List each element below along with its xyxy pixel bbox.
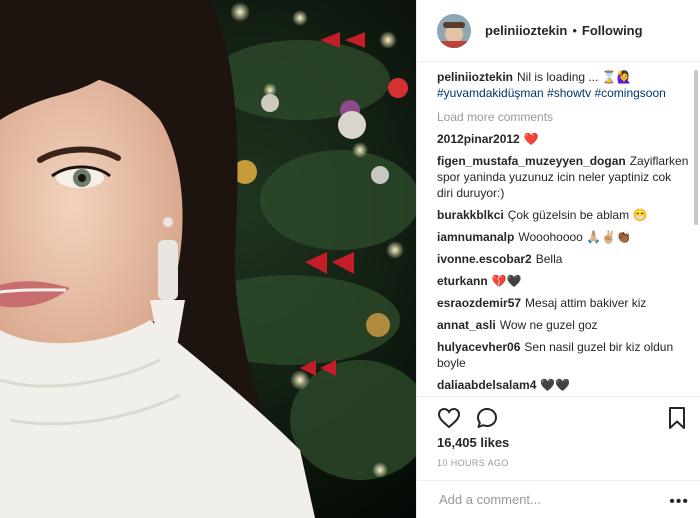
list-item: iamnumanalp Wooohoooo 🙏🏼✌🏼👏🏾	[437, 229, 683, 245]
list-item: eturkann 💔🖤	[437, 273, 683, 289]
comment-username[interactable]: eturkann	[437, 274, 488, 288]
more-dots-icon[interactable]: •••	[669, 493, 689, 511]
post-photo[interactable]	[0, 0, 416, 518]
comment-username[interactable]: hulyacevher06	[437, 340, 520, 354]
hashtag[interactable]: #showtv	[547, 86, 591, 100]
following-button[interactable]: Following	[582, 23, 643, 38]
comment-text: Mesaj attim bakiver kiz	[525, 296, 647, 310]
hashtag[interactable]: #yuvamdakidüşman	[437, 86, 544, 100]
avatar-image	[437, 13, 471, 48]
header-username[interactable]: peliniioztekin	[485, 23, 567, 38]
bookmark-icon[interactable]	[667, 406, 687, 430]
list-item: esraozdemir57 Mesaj attim bakiver kiz	[437, 295, 683, 311]
comment-username[interactable]: iamnumanalp	[437, 230, 514, 244]
comment-text: Çok güzelsin be ablam 😁	[507, 208, 648, 222]
comment-text: 💔🖤	[491, 274, 522, 288]
comment-username[interactable]: 2012pinar2012	[437, 132, 520, 146]
instagram-post: peliniioztekin • Following peliniiozteki…	[0, 0, 700, 518]
comment-text: Wooohoooo 🙏🏼✌🏼👏🏾	[518, 230, 632, 244]
post-timestamp: 10 HOURS AGO	[437, 458, 509, 468]
action-icons	[417, 397, 700, 439]
add-comment-bar: •••	[417, 480, 700, 518]
list-item: 2012pinar2012 ❤️	[437, 131, 683, 147]
avatar[interactable]	[437, 13, 471, 48]
add-comment-input[interactable]	[437, 491, 661, 508]
comment-username[interactable]: burakkblkci	[437, 208, 504, 222]
list-item: figen_mustafa_muzeyyen_dogan Zayiflarken …	[437, 153, 688, 201]
post-header: peliniioztekin • Following	[417, 0, 700, 62]
comments-scrollbar[interactable]	[694, 70, 698, 225]
comments-list[interactable]: peliniioztekin Nil is loading ... ⌛🙋‍♀️ #…	[417, 63, 689, 396]
post-actions: 16,405 likes 10 HOURS AGO •••	[417, 396, 700, 518]
comment-username[interactable]: figen_mustafa_muzeyyen_dogan	[437, 154, 626, 168]
comment-username[interactable]: daliaabdelsalam4	[437, 378, 536, 392]
load-more-comments-button[interactable]: Load more comments	[437, 109, 683, 125]
selfie-image	[0, 0, 416, 518]
caption-text: Nil is loading ... ⌛🙋‍♀️	[517, 70, 632, 84]
list-item: daliaabdelsalam4 🖤🖤	[437, 377, 683, 393]
comment-text: Bella	[535, 252, 563, 266]
list-item: hulyacevher06 Sen nasil guzel bir kiz old…	[437, 339, 683, 371]
heart-icon[interactable]	[437, 406, 461, 430]
comment-username[interactable]: ivonne.escobar2	[437, 252, 532, 266]
list-item: burakkblkci Çok güzelsin be ablam 😁	[437, 207, 683, 223]
list-item: ivonne.escobar2 Bella	[437, 251, 683, 267]
comment-text: Wow ne guzel goz	[499, 318, 598, 332]
post-side-panel: peliniioztekin • Following peliniiozteki…	[416, 0, 700, 518]
caption: peliniioztekin Nil is loading ... ⌛🙋‍♀️ #…	[437, 69, 683, 101]
comment-text: ❤️	[523, 132, 539, 146]
header-separator: •	[572, 23, 577, 38]
comment-text: 🖤🖤	[540, 378, 571, 392]
list-item: annat_asli Wow ne guzel goz	[437, 317, 683, 333]
comment-username[interactable]: esraozdemir57	[437, 296, 521, 310]
comment-username[interactable]: annat_asli	[437, 318, 496, 332]
comment-bubble-icon[interactable]	[475, 406, 499, 430]
likes-count[interactable]: 16,405 likes	[417, 435, 700, 450]
hashtag[interactable]: #comingsoon	[594, 86, 665, 100]
caption-username[interactable]: peliniioztekin	[437, 70, 513, 84]
